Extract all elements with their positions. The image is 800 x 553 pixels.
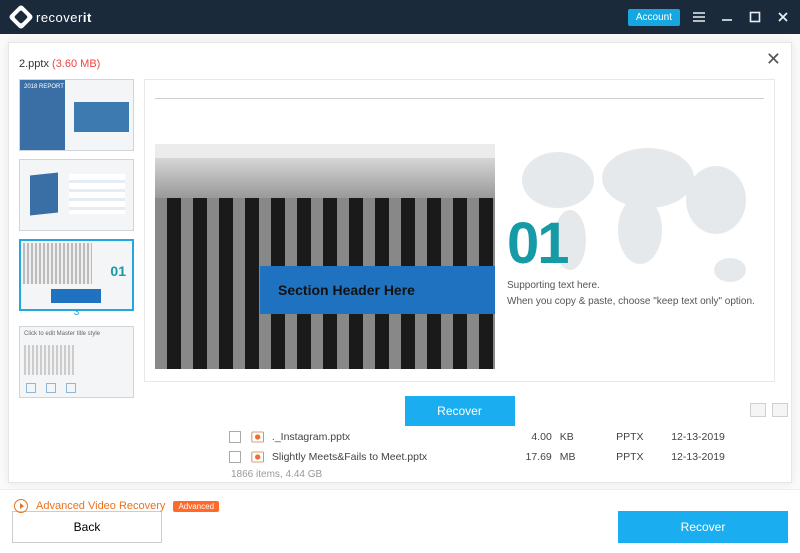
play-circle-icon — [14, 499, 28, 513]
grid-view-icon[interactable] — [750, 403, 766, 417]
row-checkbox[interactable] — [229, 451, 241, 463]
pptx-file-icon — [251, 450, 264, 464]
list-summary: 1866 items, 4.44 GB — [229, 469, 757, 480]
close-preview-button[interactable]: ✕ — [766, 49, 781, 70]
slide-preview: Section Header Here 01 Supporting text h… — [144, 79, 775, 426]
file-date: 12-13-2019 — [671, 431, 757, 443]
preview-file-label: 2.pptx (3.60 MB) — [19, 58, 100, 70]
app-logo: recoverit — [12, 8, 92, 26]
supporting-text-2: When you copy & paste, choose "keep text… — [507, 296, 755, 307]
window-close-icon[interactable] — [774, 11, 792, 23]
content-area: ✕ 2.pptx (3.60 MB) 2018 REPORT 01 — [0, 34, 800, 489]
slide-thumbnail-selected[interactable]: 01 — [19, 239, 134, 311]
window-minimize-icon[interactable] — [718, 11, 736, 23]
avr-label: Advanced Video Recovery — [36, 500, 165, 512]
file-type: PPTX — [596, 431, 663, 443]
section-header-text: Section Header Here — [278, 282, 415, 298]
file-list: ._Instagram.pptx 4.00 KB PPTX 12-13-2019… — [229, 427, 757, 480]
logo-diamond-icon — [8, 4, 33, 29]
file-name: ._Instagram.pptx — [272, 431, 477, 443]
supporting-text-1: Supporting text here. — [507, 280, 600, 291]
slide-divider — [155, 98, 764, 99]
back-button[interactable]: Back — [12, 511, 162, 543]
thumbnail-strip[interactable]: 2018 REPORT 01 3 Click to edit Master ti… — [19, 79, 134, 470]
slide-thumbnail[interactable] — [19, 159, 134, 231]
slide-big-number: 01 — [507, 210, 568, 277]
slide-image — [155, 144, 495, 369]
file-size: 17.69 — [485, 451, 552, 463]
section-header-band: Section Header Here — [260, 266, 495, 314]
file-row[interactable]: Slightly Meets&Fails to Meet.pptx 17.69 … — [229, 447, 757, 467]
slide-canvas: Section Header Here 01 Supporting text h… — [144, 79, 775, 382]
preview-panel: ✕ 2.pptx (3.60 MB) 2018 REPORT 01 — [8, 42, 792, 483]
slide-thumbnail[interactable]: 2018 REPORT — [19, 79, 134, 151]
list-view-icon[interactable] — [772, 403, 788, 417]
footer-bar: Advanced Video Recovery Advanced Back Re… — [0, 489, 800, 553]
file-row[interactable]: ._Instagram.pptx 4.00 KB PPTX 12-13-2019 — [229, 427, 757, 447]
file-size-unit: KB — [560, 431, 589, 443]
footer-recover-button[interactable]: Recover — [618, 511, 788, 543]
file-name: Slightly Meets&Fails to Meet.pptx — [272, 451, 477, 463]
file-date: 12-13-2019 — [671, 451, 757, 463]
file-size: 4.00 — [485, 431, 552, 443]
window-maximize-icon[interactable] — [746, 11, 764, 23]
preview-recover-button[interactable]: Recover — [405, 396, 515, 426]
titlebar: recoverit Account — [0, 0, 800, 34]
file-type: PPTX — [596, 451, 663, 463]
view-toggle-group — [750, 403, 788, 417]
slide-thumbnail[interactable]: Click to edit Master title style — [19, 326, 134, 398]
hamburger-menu-icon[interactable] — [690, 10, 708, 24]
app-name: recoverit — [36, 10, 92, 25]
pptx-file-icon — [251, 430, 264, 444]
avr-badge: Advanced — [173, 501, 219, 512]
advanced-video-recovery-link[interactable]: Advanced Video Recovery Advanced — [14, 499, 219, 513]
row-checkbox[interactable] — [229, 431, 241, 443]
preview-filesize: (3.60 MB) — [52, 58, 100, 70]
preview-filename: 2.pptx — [19, 58, 49, 70]
file-size-unit: MB — [560, 451, 589, 463]
account-button[interactable]: Account — [628, 9, 680, 26]
